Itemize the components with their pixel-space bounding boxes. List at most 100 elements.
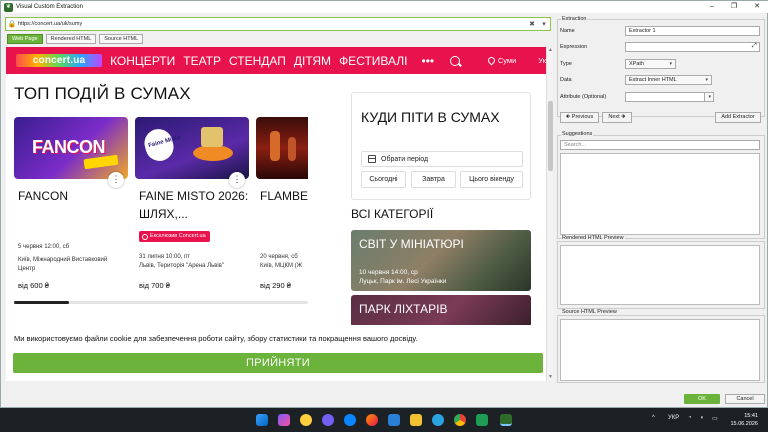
city-label: Суми [497,56,517,65]
nav-item-festivals[interactable]: ФЕСТИВАЛІ [339,54,407,68]
event-card[interactable]: FANCON ⋮ FANCON 5 червня 12:00, сб Київ,… [14,117,128,297]
page-scrollbar[interactable]: ▲ ▼ [546,47,553,381]
cards-scrollbar[interactable] [14,301,308,304]
attribute-field[interactable] [625,92,705,102]
event-place: Київ, МЦКМ (Ж [260,263,303,269]
telegram-icon[interactable] [432,414,444,426]
close-button[interactable]: ✕ [746,1,768,13]
nav-item-kids[interactable]: ДІТЯМ [294,54,331,68]
suggestions-search[interactable]: Search... [560,140,760,150]
chrome-icon[interactable] [454,414,466,426]
cookie-text: Ми використовуємо файли cookie для забез… [14,334,418,343]
expression-field[interactable] [625,42,760,52]
cards-scrollbar-thumb[interactable] [14,301,69,304]
firefox-icon[interactable] [366,414,378,426]
scroll-up-icon[interactable]: ▲ [547,47,554,54]
scroll-down-icon[interactable]: ▼ [547,374,554,381]
event-card[interactable]: FLAMBE 20 червня, сб Київ, МЦКМ (Ж від 2… [256,117,308,297]
clock[interactable]: 15:41 15.06.2026 [730,412,758,428]
copilot-icon[interactable] [278,414,290,426]
language-indicator[interactable]: УКР [668,415,679,421]
tomorrow-button[interactable]: Завтра [411,171,456,188]
category-card[interactable]: СВІТ У МІНІАТЮРІ 10 червня 14:00, ср Луц… [351,230,531,291]
cancel-button[interactable]: Cancel [725,394,765,404]
type-select[interactable]: XPath ▾ [625,59,676,69]
city-selector[interactable]: Суми [486,55,517,66]
expand-icon[interactable]: ⤢ [752,43,757,50]
period-picker[interactable]: Обрати період [361,151,523,167]
event-image: FANCON [14,117,128,179]
lock-icon: 🔒 [7,21,17,28]
app-logo-icon: ❦ [4,2,13,12]
event-title: FLAMBE [260,189,308,203]
card-menu-button[interactable]: ⋮ [108,172,124,188]
event-price: від 600 ₴ [18,281,49,290]
exclusive-icon [142,233,148,240]
tab-source-html[interactable]: Source HTML [99,34,144,44]
volume-icon[interactable]: ◖ [700,415,704,421]
name-field[interactable]: Extractor 1 [625,26,760,36]
category-place: Луцьк, Парк ім. Лесі Українки [359,278,447,285]
category-date: 10 червня 14:00, ср [359,269,418,276]
where-to-go-panel: КУДИ ПІТИ В СУМАХ Обрати період Сьогодні… [351,92,531,200]
nav-item-theatre[interactable]: ТЕАТР [183,54,221,68]
tab-rendered-html[interactable]: Rendered HTML [45,34,97,44]
extraction-panel: Extraction Name Extractor 1 Expression ⤢… [557,15,765,393]
web-page-view: concert.ua КОНЦЕРТИ ТЕАТР СТЕНДАП ДІТЯМ … [6,47,546,381]
card-menu-button[interactable]: ⋮ [229,172,245,188]
accept-cookies-button[interactable]: ПРИЙНЯТИ [13,353,543,373]
category-title: ПАРК ЛІХТАРІВ [359,302,448,316]
clock-time: 15:41 [744,413,758,419]
app-icon[interactable] [300,414,312,426]
nav-item-standup[interactable]: СТЕНДАП [229,54,286,68]
event-title: FAINE MISTO 2026: ШЛЯХ,... [139,189,249,221]
messenger-icon[interactable] [344,414,356,426]
start-icon[interactable] [256,414,268,426]
view-tabs: Web Page Rendered HTML Source HTML [7,34,144,44]
previous-button[interactable]: 🡸 Previous [560,112,599,123]
search-icon[interactable] [450,55,460,66]
suggestions-label: Suggestions [561,131,594,137]
language-selector[interactable]: Ук [538,56,546,65]
site-logo[interactable]: concert.ua [16,54,103,67]
nav-item-concerts[interactable]: КОНЦЕРТИ [110,54,175,68]
mail-icon[interactable] [388,414,400,426]
clear-url-icon[interactable]: ✖ [526,20,538,28]
suggestions-list[interactable] [560,153,760,235]
add-extractor-button[interactable]: Add Extractor [715,112,761,123]
url-dropdown-icon[interactable]: ▾ [538,20,550,28]
data-label: Data [560,77,572,83]
screaming-frog-icon[interactable] [500,414,512,426]
source-preview-box[interactable] [560,319,760,381]
spreadsheet-icon[interactable] [476,414,488,426]
url-input[interactable]: https://concert.ua/uk/sumy [18,21,526,27]
top-events-heading: ТОП ПОДІЙ В СУМАХ [14,84,191,103]
attribute-dropdown[interactable]: ▾ [704,92,714,102]
url-bar[interactable]: 🔒 https://concert.ua/uk/sumy ✖ ▾ [5,17,551,31]
rendered-preview-box[interactable] [560,245,760,305]
data-select[interactable]: Extract Inner HTML ▾ [625,75,712,85]
event-price: від 290 ₴ [260,281,291,290]
viber-icon[interactable] [322,414,334,426]
event-image: Faine Misto [135,117,249,179]
rendered-preview-label: Rendered HTML Preview [561,235,625,241]
today-button[interactable]: Сьогодні [361,171,406,188]
this-weekend-button[interactable]: Цього вікенду [460,171,523,188]
clock-date: 15.06.2026 [730,421,758,427]
folder-icon[interactable] [410,414,422,426]
title-bar: ❦ Visual Custom Extraction – ❐ ✕ [1,1,768,13]
wifi-icon[interactable]: ◔ [688,415,692,421]
tab-web-page[interactable]: Web Page [7,34,43,44]
category-title: СВІТ У МІНІАТЮРІ [359,237,464,251]
nav-more-button[interactable]: ••• [422,54,435,68]
event-card[interactable]: Faine Misto ⋮ FAINE MISTO 2026: ШЛЯХ,...… [135,117,249,297]
category-card[interactable]: ПАРК ЛІХТАРІВ [351,295,531,327]
next-button[interactable]: Next 🡺 [602,112,632,123]
ok-button[interactable]: OK [684,394,720,404]
battery-icon[interactable]: ▭ [712,415,718,422]
maximize-button[interactable]: ❐ [723,1,745,13]
tray-chevron-icon[interactable]: ^ [652,415,655,421]
page-scrollbar-thumb[interactable] [548,101,553,171]
extraction-group-label: Extraction [561,16,588,22]
minimize-button[interactable]: – [701,1,723,13]
